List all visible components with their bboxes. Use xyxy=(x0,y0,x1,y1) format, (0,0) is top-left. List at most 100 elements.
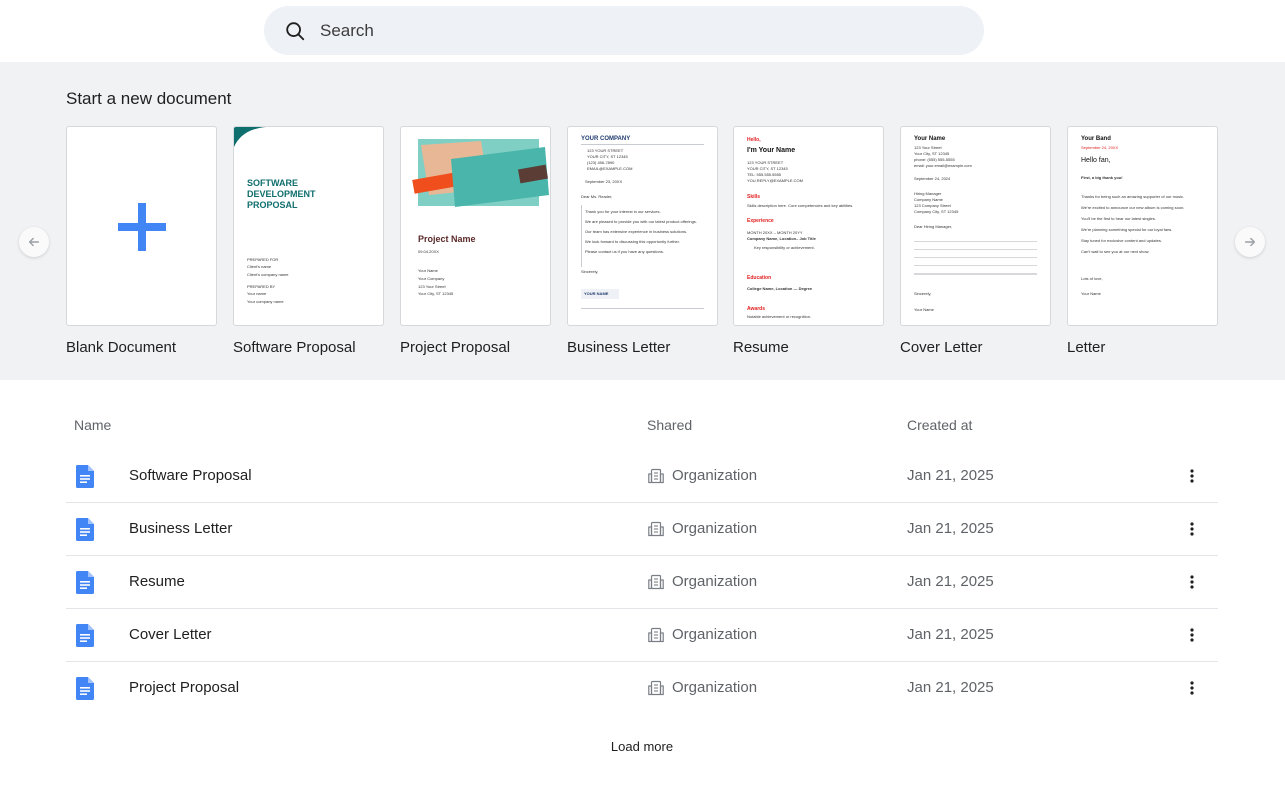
preview-band: Your Band xyxy=(1081,136,1111,142)
column-header-created[interactable]: Created at xyxy=(907,417,972,433)
search-input[interactable] xyxy=(320,20,920,41)
template-software-proposal[interactable]: SOFTWARE DEVELOPMENT PROPOSAL PREPARED F… xyxy=(233,126,384,356)
document-icon xyxy=(76,677,94,700)
more-vertical-icon xyxy=(1190,522,1194,536)
template-resume[interactable]: Hello, I'm Your Name 123 YOUR STREET YOU… xyxy=(733,126,884,356)
preview-heading: Experience xyxy=(747,218,774,224)
organization-icon xyxy=(648,521,664,537)
table-row[interactable]: Cover Letter Organization Jan 21, 2025 xyxy=(66,609,1218,662)
preview-text: email: your.email@example.com xyxy=(914,163,972,168)
template-thumbnail[interactable] xyxy=(66,126,217,326)
created-date: Jan 21, 2025 xyxy=(907,520,994,537)
preview-text: Your Name xyxy=(1081,291,1101,296)
shared-status: Organization xyxy=(672,467,758,484)
preview-divider xyxy=(581,144,704,145)
preview-text: Client's name xyxy=(247,264,272,269)
preview-text: Lots of love, xyxy=(1081,276,1103,281)
preview-text: Client's company name xyxy=(247,272,289,277)
template-thumbnail[interactable]: SOFTWARE DEVELOPMENT PROPOSAL PREPARED F… xyxy=(233,126,384,326)
template-blank-document[interactable]: Blank Document xyxy=(66,126,217,356)
load-more-button[interactable]: Load more xyxy=(598,736,686,756)
preview-text: PREPARED FOR xyxy=(247,257,279,262)
preview-text: Hello, xyxy=(747,137,761,143)
template-label: Letter xyxy=(1067,339,1106,356)
search-bar[interactable] xyxy=(264,6,984,55)
template-thumbnail[interactable]: Your Name 123 Your Street Your City, ST … xyxy=(900,126,1051,326)
preview-text: We look forward to discussing this oppor… xyxy=(585,239,680,244)
preview-text: Please contact us if you have any questi… xyxy=(585,249,664,254)
preview-text: Thanks for being such an amazing support… xyxy=(1081,194,1185,199)
table-row[interactable]: Business Letter Organization Jan 21, 202… xyxy=(66,503,1218,556)
cover-illustration xyxy=(412,139,549,207)
table-body: Software Proposal Organization Jan 21, 2… xyxy=(66,450,1218,715)
template-thumbnail[interactable]: YOUR COMPANY 123 YOUR STREET YOUR CITY, … xyxy=(567,126,718,326)
column-header-shared[interactable]: Shared xyxy=(647,417,692,433)
more-options-button[interactable] xyxy=(1181,622,1203,648)
preview-text: PREPARED BY xyxy=(247,284,276,289)
organization-icon xyxy=(648,680,664,696)
more-options-button[interactable] xyxy=(1181,675,1203,701)
template-label: Business Letter xyxy=(567,339,671,356)
preview-name: Your Name xyxy=(914,136,946,142)
preview-text: September 23, 20XX xyxy=(585,179,623,184)
preview-title: SOFTWARE DEVELOPMENT PROPOSAL xyxy=(247,178,316,210)
document-name[interactable]: Business Letter xyxy=(129,520,232,537)
preview-text: Hello fan, xyxy=(1081,157,1111,164)
template-project-proposal[interactable]: Project Name 09.04.20XX Your Name Your C… xyxy=(400,126,551,356)
document-name[interactable]: Cover Letter xyxy=(129,626,212,643)
preview-text: Your name xyxy=(247,291,267,296)
preview-text: We're excited to announce our new album … xyxy=(1081,205,1185,210)
preview-address: 123 YOUR STREET YOUR CITY, ST 12345 TEL:… xyxy=(747,160,803,184)
template-business-letter[interactable]: YOUR COMPANY 123 YOUR STREET YOUR CITY, … xyxy=(567,126,718,356)
template-label: Resume xyxy=(733,339,789,356)
gallery-heading: Start a new document xyxy=(66,89,232,108)
document-icon xyxy=(76,465,94,488)
template-letter[interactable]: Your Band September 24, 20XX Hello fan, … xyxy=(1067,126,1218,356)
preview-text: Stay tuned for exclusive content and upd… xyxy=(1081,238,1162,243)
preview-text: You'll be the first to hear our latest s… xyxy=(1081,216,1156,221)
preview-heading: Awards xyxy=(747,306,765,312)
template-thumbnail[interactable]: Your Band September 24, 20XX Hello fan, … xyxy=(1067,126,1218,326)
preview-text: 09.04.20XX xyxy=(418,249,439,254)
preview-text: College Name, Location — Degree xyxy=(747,286,813,291)
preview-text: Can't wait to see you at our next show. xyxy=(1081,249,1150,254)
table-row[interactable]: Software Proposal Organization Jan 21, 2… xyxy=(66,450,1218,503)
preview-text: Our team has extensive experience in bus… xyxy=(585,229,688,234)
search-icon xyxy=(286,21,305,40)
template-cover-letter[interactable]: Your Name 123 Your Street Your City, ST … xyxy=(900,126,1051,356)
preview-text: Your company name xyxy=(247,299,284,304)
template-thumbnail[interactable]: Project Name 09.04.20XX Your Name Your C… xyxy=(400,126,551,326)
preview-text: Notable achievement or recognition. xyxy=(747,314,812,319)
scroll-left-button[interactable] xyxy=(19,227,49,257)
preview-divider xyxy=(581,308,704,309)
template-thumbnail[interactable]: Hello, I'm Your Name 123 YOUR STREET YOU… xyxy=(733,126,884,326)
document-name[interactable]: Software Proposal xyxy=(129,467,252,484)
more-options-button[interactable] xyxy=(1181,516,1203,542)
more-vertical-icon xyxy=(1190,628,1194,642)
template-label: Software Proposal xyxy=(233,339,356,356)
preview-text: Sincerely, xyxy=(581,269,599,274)
preview-text: September 24, 20XX xyxy=(1081,145,1119,150)
preview-text: Your Company xyxy=(418,276,445,281)
preview-lines xyxy=(914,241,1037,275)
shared-status: Organization xyxy=(672,626,758,643)
preview-text: YOU.REPLY@EXAMPLE.COM xyxy=(747,178,803,183)
created-date: Jan 21, 2025 xyxy=(907,573,994,590)
preview-text: Dear Hiring Manager, xyxy=(914,224,953,229)
document-name[interactable]: Resume xyxy=(129,573,185,590)
preview-text: We're planning something special for our… xyxy=(1081,227,1173,232)
preview-text: First, a big thank you! xyxy=(1081,175,1123,180)
scroll-right-button[interactable] xyxy=(1235,227,1265,257)
preview-text: 123 Your Street xyxy=(418,284,446,289)
table-row[interactable]: Project Proposal Organization Jan 21, 20… xyxy=(66,662,1218,715)
more-vertical-icon xyxy=(1190,469,1194,483)
more-options-button[interactable] xyxy=(1181,569,1203,595)
preview-company: YOUR COMPANY xyxy=(581,136,631,142)
table-row[interactable]: Resume Organization Jan 21, 2025 xyxy=(66,556,1218,609)
more-options-button[interactable] xyxy=(1181,463,1203,489)
document-name[interactable]: Project Proposal xyxy=(129,679,239,696)
column-header-name[interactable]: Name xyxy=(74,417,111,433)
preview-text: Sincerely, xyxy=(914,291,932,296)
document-icon xyxy=(76,518,94,541)
preview-text: September 24, 2024 xyxy=(914,176,951,181)
